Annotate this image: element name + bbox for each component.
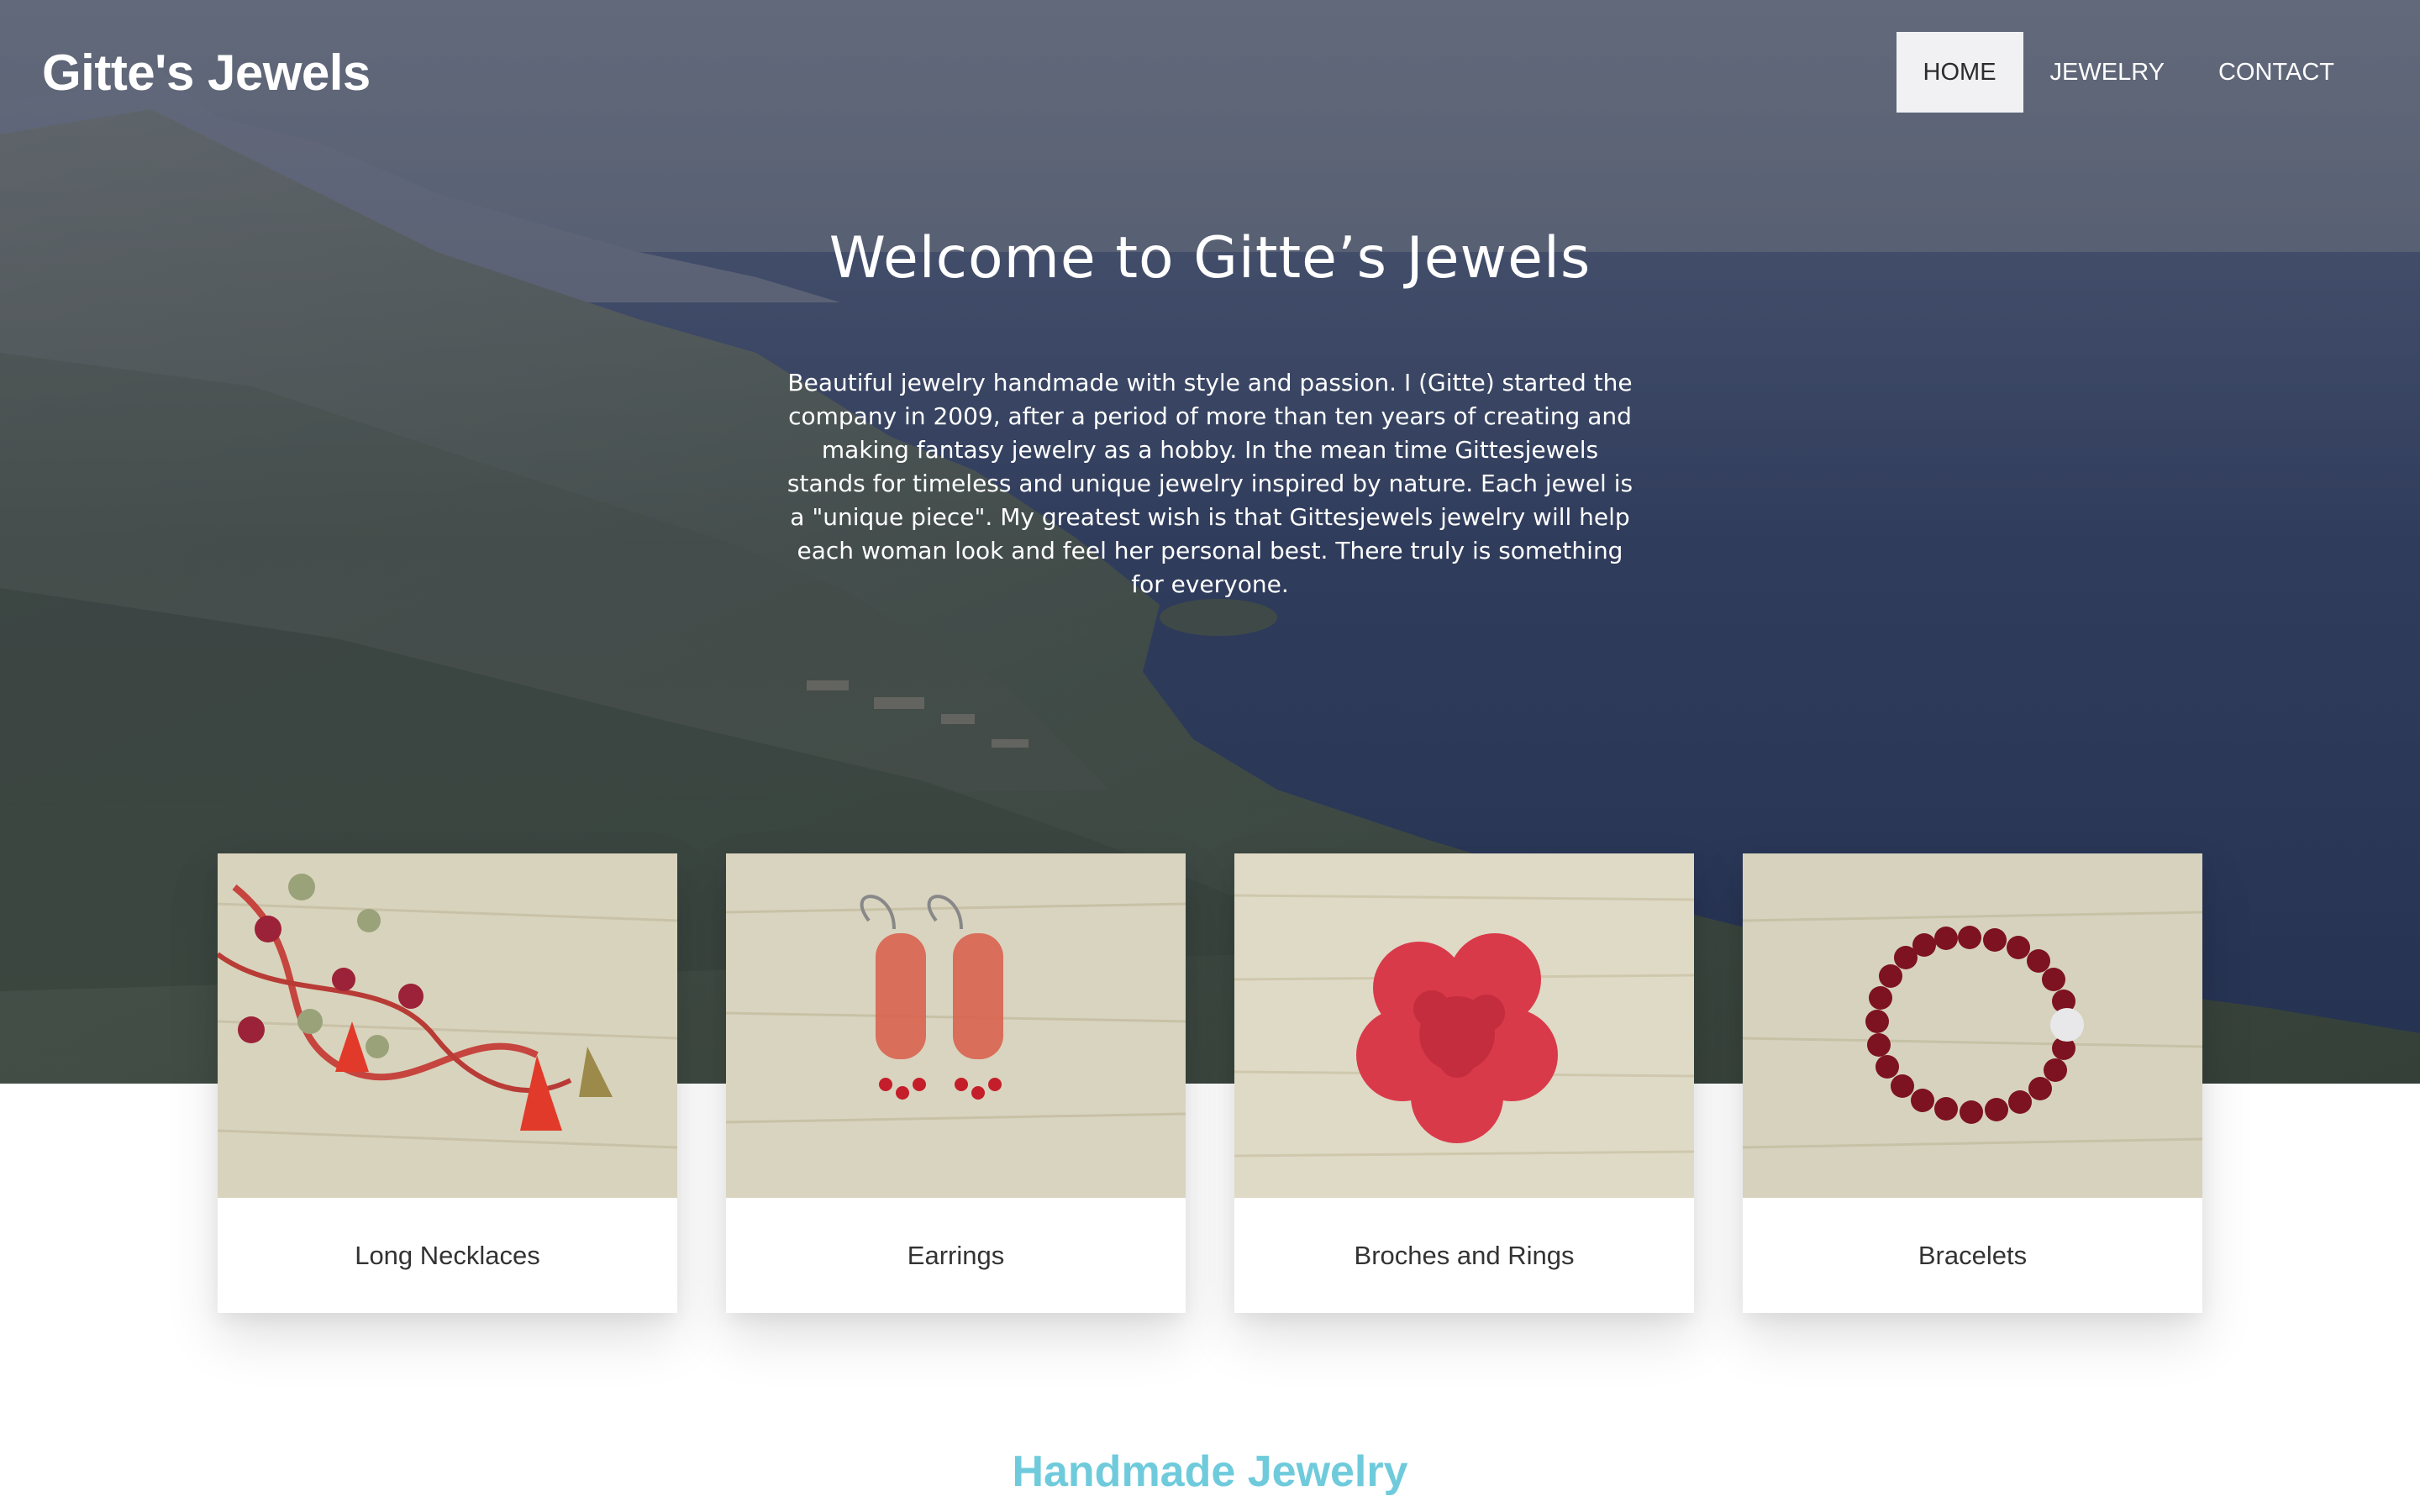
broches-and-rings-image (1234, 853, 1694, 1198)
category-label: Bracelets (1918, 1240, 2028, 1270)
long-necklaces-image (218, 853, 677, 1198)
nav-contact[interactable]: CONTACT (2191, 32, 2361, 113)
category-card-bracelets[interactable]: Bracelets (1743, 853, 2202, 1313)
category-label: Long Necklaces (355, 1240, 540, 1270)
section-title: Handmade Jewelry (1012, 1447, 1408, 1496)
earrings-image (726, 853, 1186, 1198)
bracelets-image (1743, 853, 2202, 1198)
category-card-broches-and-rings[interactable]: Broches and Rings (1234, 853, 1694, 1313)
hero-title: Welcome to Gitte’s Jewels (829, 225, 1591, 291)
nav-home[interactable]: HOME (1896, 32, 2023, 113)
category-card-earrings[interactable]: Earrings (726, 853, 1186, 1313)
hero-description: Beautiful jewelry handmade with style an… (786, 369, 1634, 598)
category-card-long-necklaces[interactable]: Long Necklaces (218, 853, 677, 1313)
category-cards: Long Necklaces Earrings Broches and Ring… (218, 853, 2202, 1313)
main-nav: HOME JEWELRY CONTACT (1896, 32, 2361, 113)
category-label: Earrings (907, 1240, 1005, 1270)
category-label: Broches and Rings (1354, 1240, 1575, 1270)
site-logo[interactable]: Gitte's Jewels (42, 44, 371, 102)
nav-jewelry[interactable]: JEWELRY (2023, 32, 2191, 113)
